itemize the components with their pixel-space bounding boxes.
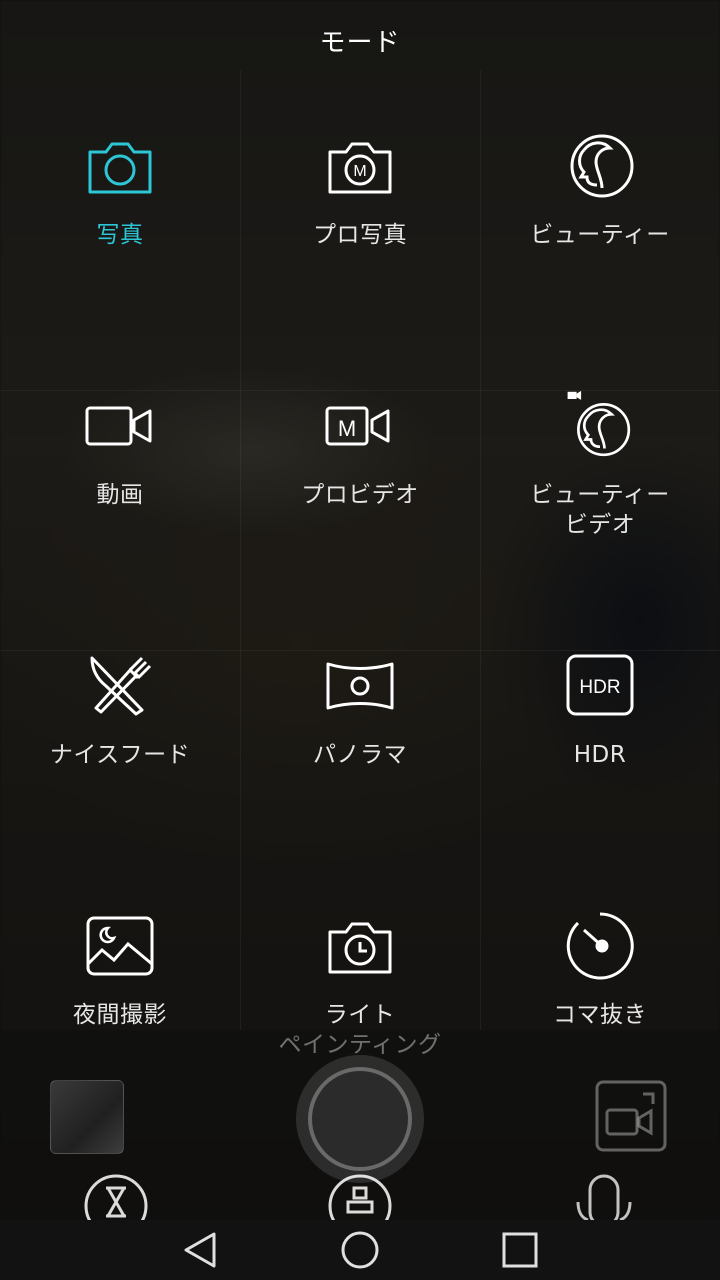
back-icon[interactable] bbox=[180, 1230, 220, 1270]
svg-text:HDR: HDR bbox=[579, 677, 620, 698]
mode-label: プロビデオ bbox=[301, 482, 419, 508]
video-camera-icon bbox=[84, 390, 156, 462]
mode-label: 夜間撮影 bbox=[73, 1002, 167, 1028]
shutter-button[interactable] bbox=[308, 1067, 412, 1171]
mode-item-photo[interactable]: 写真 bbox=[0, 70, 240, 330]
page-title: モード bbox=[319, 28, 401, 58]
pro-video-icon: M bbox=[324, 390, 396, 462]
camera-icon bbox=[84, 130, 156, 202]
system-navigation-bar bbox=[0, 1220, 720, 1280]
mode-label: プロ写真 bbox=[313, 222, 407, 248]
flash-settings-icon[interactable] bbox=[328, 1172, 392, 1220]
voice-control-icon[interactable] bbox=[572, 1172, 636, 1220]
gallery-thumbnail[interactable] bbox=[50, 1080, 124, 1154]
home-icon[interactable] bbox=[340, 1230, 380, 1270]
mode-label: パノラマ bbox=[313, 742, 407, 768]
recents-icon[interactable] bbox=[500, 1230, 540, 1270]
svg-text:M: M bbox=[338, 416, 356, 441]
panorama-icon bbox=[324, 650, 396, 722]
mode-item-beauty[interactable]: ビューティー bbox=[480, 70, 720, 330]
hdr-icon: HDR bbox=[564, 650, 636, 722]
mode-grid: 写真 M プロ写真 ビューティー 動画 M プロビデオ ビューティー ビデオ ナ… bbox=[0, 70, 720, 1110]
mode-item-good-food[interactable]: ナイスフード bbox=[0, 590, 240, 850]
mode-item-hdr[interactable]: HDR HDR bbox=[480, 590, 720, 850]
mode-label: ナイスフード bbox=[49, 742, 191, 768]
night-landscape-icon bbox=[84, 910, 156, 982]
switch-camera-icon[interactable] bbox=[595, 1080, 667, 1152]
mode-label: ビューティー ビデオ bbox=[530, 482, 670, 538]
mode-item-beauty-video[interactable]: ビューティー ビデオ bbox=[480, 330, 720, 590]
mode-label: HDR bbox=[573, 742, 627, 768]
pro-camera-icon: M bbox=[324, 130, 396, 202]
beauty-video-icon bbox=[564, 390, 636, 462]
timer-icon[interactable] bbox=[84, 1172, 148, 1220]
camera-timer-icon bbox=[324, 910, 396, 982]
mode-label: ビューティー bbox=[530, 222, 670, 248]
mode-item-pro-photo[interactable]: M プロ写真 bbox=[240, 70, 480, 330]
mode-item-video[interactable]: 動画 bbox=[0, 330, 240, 590]
mode-label: 動画 bbox=[96, 482, 144, 508]
time-lapse-dial-icon bbox=[564, 910, 636, 982]
beauty-face-icon bbox=[564, 130, 636, 202]
mode-label: コマ抜き bbox=[553, 1002, 647, 1028]
mode-item-pro-video[interactable]: M プロビデオ bbox=[240, 330, 480, 590]
svg-text:M: M bbox=[353, 163, 366, 180]
fork-knife-icon bbox=[84, 650, 156, 722]
mode-item-panorama[interactable]: パノラマ bbox=[240, 590, 480, 850]
mode-label: 写真 bbox=[96, 222, 144, 248]
